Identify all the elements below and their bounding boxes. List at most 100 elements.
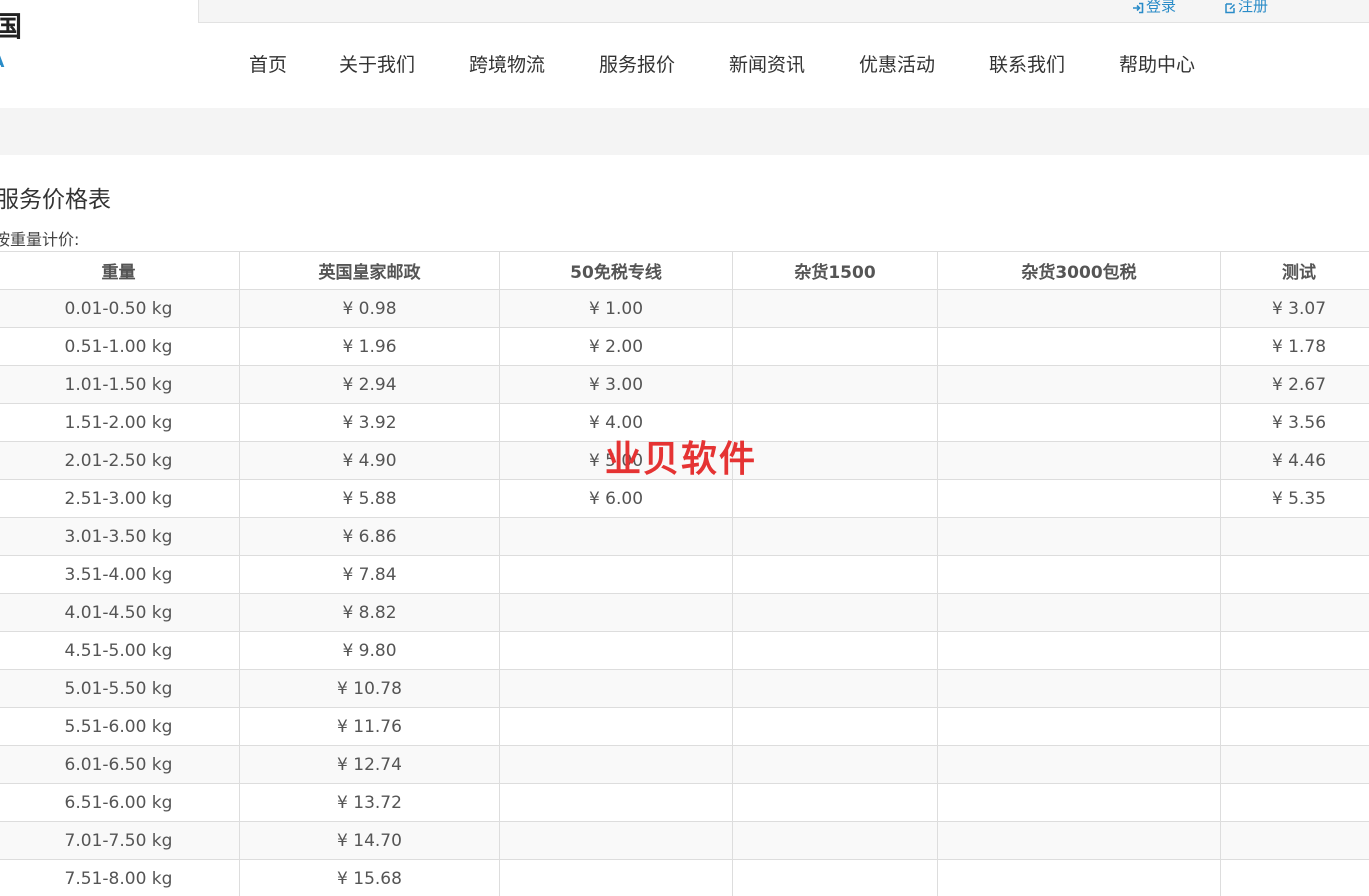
table-cell-duty-free-50	[499, 783, 733, 822]
table-cell-general-1500	[732, 859, 938, 896]
top-bar: 登录 注册	[198, 0, 1369, 23]
table-cell-royal-mail: ¥ 0.98	[239, 289, 500, 328]
table-cell-weight: 2.01-2.50 kg	[0, 441, 240, 480]
banner-band	[0, 108, 1369, 155]
table-cell-general-3000-tax	[937, 593, 1221, 632]
table-cell-weight: 6.51-6.00 kg	[0, 783, 240, 822]
table-cell-weight: 1.01-1.50 kg	[0, 365, 240, 404]
table-cell-general-3000-tax	[937, 707, 1221, 746]
table-cell-general-3000-tax	[937, 555, 1221, 594]
nav-item-logistics[interactable]: 跨境物流	[469, 50, 545, 77]
table-cell-weight: 3.01-3.50 kg	[0, 517, 240, 556]
column-header-general-3000-tax: 杂货3000包税	[937, 251, 1221, 290]
table-cell-test: ¥ 5.35	[1220, 479, 1369, 518]
table-cell-general-1500	[732, 441, 938, 480]
table-cell-test	[1220, 707, 1369, 746]
register-label: 注册	[1238, 0, 1269, 15]
register-link[interactable]: 注册	[1224, 0, 1268, 16]
table-cell-duty-free-50	[499, 707, 733, 746]
table-cell-test	[1220, 783, 1369, 822]
table-cell-general-1500	[732, 593, 938, 632]
table-header-row: 重量 英国皇家邮政 50免税专线 杂货1500 杂货3000包税 测试	[0, 251, 1369, 290]
nav-item-pricing[interactable]: 服务报价	[599, 50, 675, 77]
table-row: 7.51-8.00 kg ¥ 15.68	[0, 859, 1369, 896]
main-nav: 首页 关于我们 跨境物流 服务报价 新闻资讯 优惠活动 联系我们 帮助中心	[0, 44, 1369, 84]
nav-item-home[interactable]: 首页	[249, 50, 287, 77]
table-cell-test	[1220, 859, 1369, 896]
table-cell-weight: 3.51-4.00 kg	[0, 555, 240, 594]
table-cell-test: ¥ 3.56	[1220, 403, 1369, 442]
table-cell-test	[1220, 821, 1369, 860]
table-cell-royal-mail: ¥ 14.70	[239, 821, 500, 860]
table-cell-royal-mail: ¥ 4.90	[239, 441, 500, 480]
table-row: 6.01-6.50 kg ¥ 12.74	[0, 745, 1369, 784]
table-cell-duty-free-50	[499, 745, 733, 784]
column-header-weight: 重量	[0, 251, 240, 290]
table-cell-weight: 2.51-3.00 kg	[0, 479, 240, 518]
table-cell-test: ¥ 3.07	[1220, 289, 1369, 328]
table-cell-general-1500	[732, 517, 938, 556]
nav-item-about[interactable]: 关于我们	[339, 50, 415, 77]
table-cell-general-3000-tax	[937, 403, 1221, 442]
nav-item-contact[interactable]: 联系我们	[989, 50, 1065, 77]
table-cell-weight: 5.01-5.50 kg	[0, 669, 240, 708]
table-cell-duty-free-50: ¥ 1.00	[499, 289, 733, 328]
table-cell-weight: 4.01-4.50 kg	[0, 593, 240, 632]
table-cell-general-3000-tax	[937, 479, 1221, 518]
table-row: 0.51-1.00 kg ¥ 1.96 ¥ 2.00 ¥ 1.78	[0, 327, 1369, 366]
table-cell-general-1500	[732, 365, 938, 404]
page-title: 服务价格表	[0, 187, 111, 213]
table-cell-general-1500	[732, 327, 938, 366]
table-cell-royal-mail: ¥ 8.82	[239, 593, 500, 632]
table-cell-general-1500	[732, 631, 938, 670]
table-cell-weight: 7.01-7.50 kg	[0, 821, 240, 860]
table-cell-royal-mail: ¥ 6.86	[239, 517, 500, 556]
table-cell-weight: 1.51-2.00 kg	[0, 403, 240, 442]
watermark-text: 业贝软件	[605, 439, 758, 480]
table-cell-weight: 4.51-5.00 kg	[0, 631, 240, 670]
nav-item-news[interactable]: 新闻资讯	[729, 50, 805, 77]
table-cell-royal-mail: ¥ 10.78	[239, 669, 500, 708]
table-cell-general-3000-tax	[937, 821, 1221, 860]
logo-mark: 国	[0, 10, 23, 43]
table-cell-weight: 0.51-1.00 kg	[0, 327, 240, 366]
table-cell-general-3000-tax	[937, 631, 1221, 670]
table-cell-general-1500	[732, 479, 938, 518]
table-cell-general-3000-tax	[937, 441, 1221, 480]
edit-icon	[1224, 0, 1236, 13]
page: 登录 注册 国 A 首页 关于我们 跨境物流 服务报价 新闻资讯 优惠活动 联系…	[0, 0, 1369, 896]
table-row: 6.51-6.00 kg ¥ 13.72	[0, 783, 1369, 822]
table-cell-general-1500	[732, 555, 938, 594]
table-row: 0.01-0.50 kg ¥ 0.98 ¥ 1.00 ¥ 3.07	[0, 289, 1369, 328]
table-cell-royal-mail: ¥ 2.94	[239, 365, 500, 404]
table-cell-general-1500	[732, 289, 938, 328]
table-cell-general-1500	[732, 783, 938, 822]
table-cell-general-1500	[732, 403, 938, 442]
table-cell-general-3000-tax	[937, 517, 1221, 556]
table-cell-royal-mail: ¥ 3.92	[239, 403, 500, 442]
table-cell-duty-free-50: ¥ 3.00	[499, 365, 733, 404]
table-cell-general-3000-tax	[937, 289, 1221, 328]
nav-item-promotions[interactable]: 优惠活动	[859, 50, 935, 77]
table-cell-royal-mail: ¥ 12.74	[239, 745, 500, 784]
table-row: 3.51-4.00 kg ¥ 7.84	[0, 555, 1369, 594]
column-header-test: 测试	[1220, 251, 1369, 290]
table-cell-duty-free-50	[499, 593, 733, 632]
table-cell-general-3000-tax	[937, 745, 1221, 784]
column-header-general-1500: 杂货1500	[732, 251, 938, 290]
pricing-subtitle: 按重量计价:	[0, 230, 80, 249]
table-cell-royal-mail: ¥ 5.88	[239, 479, 500, 518]
login-link[interactable]: 登录	[1132, 0, 1176, 16]
table-cell-test	[1220, 745, 1369, 784]
nav-item-help[interactable]: 帮助中心	[1119, 50, 1195, 77]
table-cell-duty-free-50	[499, 859, 733, 896]
column-header-royal-mail: 英国皇家邮政	[239, 251, 500, 290]
table-cell-duty-free-50: ¥ 6.00	[499, 479, 733, 518]
sign-in-icon	[1132, 0, 1144, 13]
table-cell-duty-free-50	[499, 669, 733, 708]
table-row: 4.51-5.00 kg ¥ 9.80	[0, 631, 1369, 670]
table-cell-duty-free-50	[499, 631, 733, 670]
table-cell-general-1500	[732, 707, 938, 746]
table-cell-royal-mail: ¥ 11.76	[239, 707, 500, 746]
table-cell-duty-free-50	[499, 821, 733, 860]
